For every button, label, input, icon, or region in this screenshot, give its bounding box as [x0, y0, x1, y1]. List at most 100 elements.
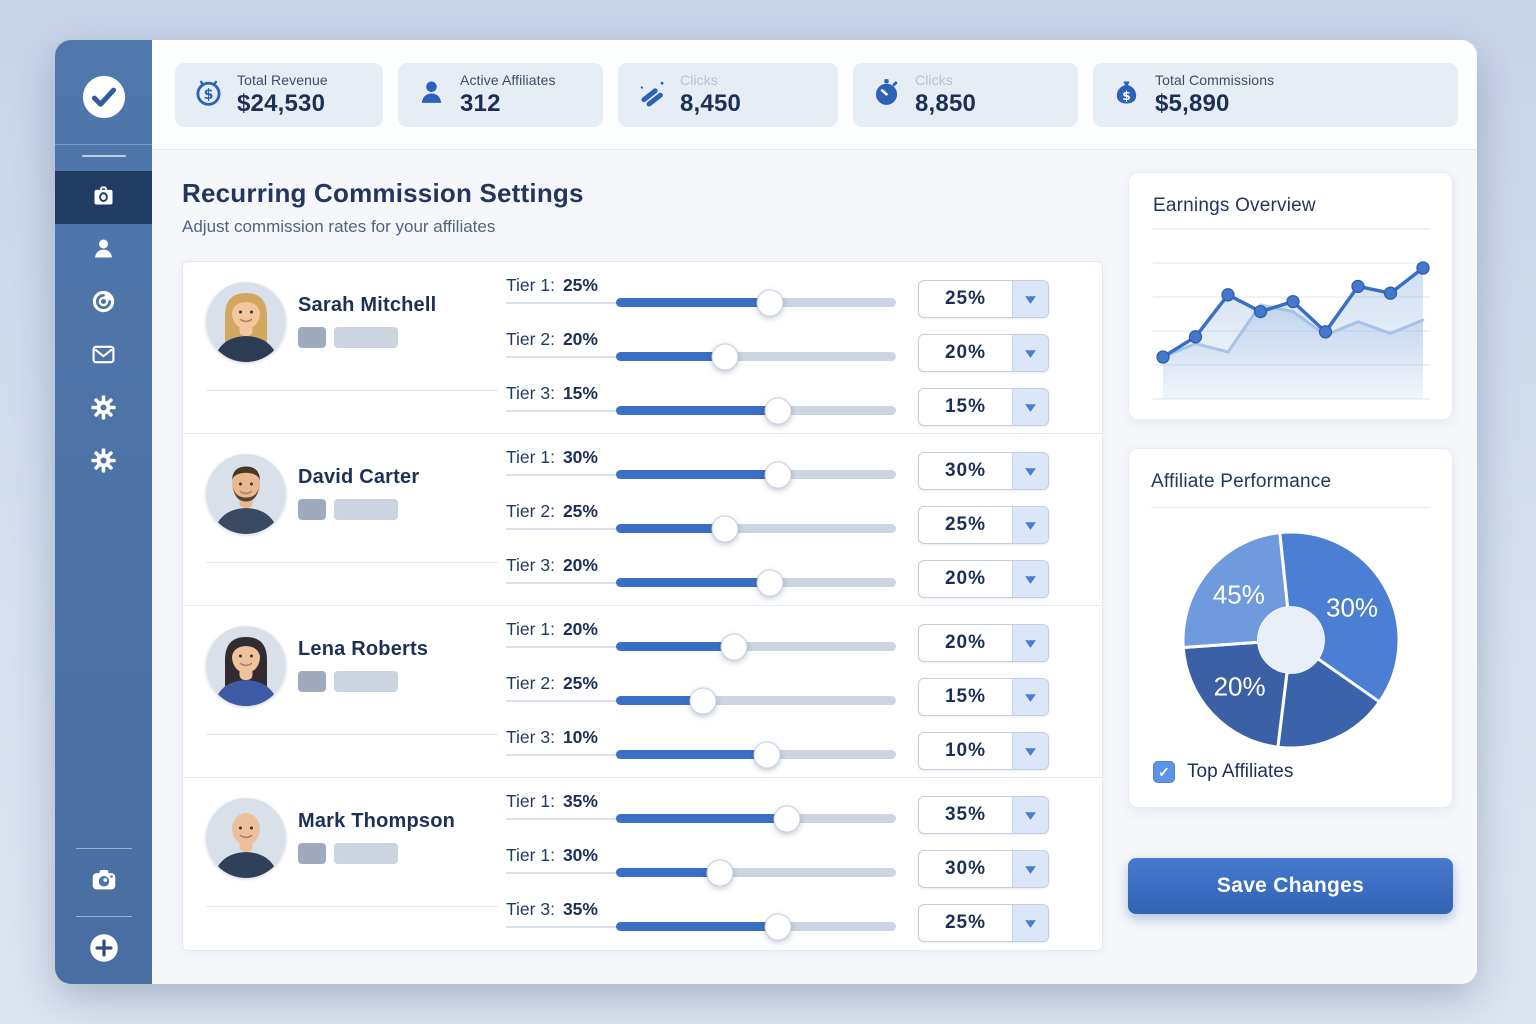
- tier-label: Tier 1:: [506, 845, 555, 865]
- tier-dropdown[interactable]: 15%: [918, 388, 1049, 426]
- sidebar-item-add[interactable]: [55, 917, 152, 984]
- slider-handle[interactable]: [689, 687, 716, 714]
- tier-line: Tier 1:25% 25%: [506, 274, 1049, 328]
- slider-handle[interactable]: [757, 289, 784, 316]
- chevron-down-icon[interactable]: [1012, 561, 1048, 597]
- tier-dropdown[interactable]: 20%: [918, 560, 1049, 598]
- sidebar-item-commissions[interactable]: [55, 171, 152, 224]
- plus-icon: [89, 933, 119, 968]
- affiliate-row: Mark Thompson Tier 1:35% 35%: [183, 778, 1102, 950]
- tier-dropdown[interactable]: 30%: [918, 452, 1049, 490]
- tier-dropdown[interactable]: 15%: [918, 678, 1049, 716]
- tier-value: 35%: [563, 791, 598, 811]
- tier-dropdown[interactable]: 20%: [918, 624, 1049, 662]
- tier-value: 20%: [563, 329, 598, 349]
- tier-slider[interactable]: [506, 814, 896, 823]
- tier-dropdown[interactable]: 20%: [918, 334, 1049, 372]
- slider-track[interactable]: [616, 298, 896, 307]
- slider-handle[interactable]: [720, 633, 747, 660]
- tier-slider[interactable]: [506, 868, 896, 877]
- tier-slider[interactable]: [506, 524, 896, 533]
- stat-label: Total Commissions: [1155, 72, 1274, 88]
- tier-slider[interactable]: [506, 406, 896, 415]
- tier-dropdown[interactable]: 35%: [918, 796, 1049, 834]
- dropdown-value: 25%: [919, 507, 1012, 543]
- slider-track[interactable]: [616, 750, 896, 759]
- top-affiliates-checkbox[interactable]: ✓: [1153, 761, 1175, 783]
- tier-slider[interactable]: [506, 470, 896, 479]
- sidebar-item-messages[interactable]: [55, 330, 152, 383]
- slider-track[interactable]: [616, 696, 896, 705]
- slider-handle[interactable]: [712, 515, 739, 542]
- tag-pill: [334, 671, 398, 692]
- chevron-down-icon[interactable]: [1012, 679, 1048, 715]
- svg-text:30%: 30%: [1326, 593, 1378, 623]
- chevron-down-icon[interactable]: [1012, 797, 1048, 833]
- slider-track[interactable]: [616, 922, 896, 931]
- chevron-down-icon[interactable]: [1012, 851, 1048, 887]
- chevron-down-icon[interactable]: [1012, 389, 1048, 425]
- slider-track[interactable]: [616, 814, 896, 823]
- tier-line: Tier 3:35% 25%: [506, 898, 1049, 952]
- slider-handle[interactable]: [757, 569, 784, 596]
- slider-handle[interactable]: [754, 741, 781, 768]
- tag-pill: [334, 843, 398, 864]
- chevron-down-icon[interactable]: [1012, 335, 1048, 371]
- performance-pie-chart: 30%20%45%: [1129, 522, 1452, 757]
- tier-value: 30%: [563, 447, 598, 467]
- slider-track[interactable]: [616, 352, 896, 361]
- sidebar-item-preferences[interactable]: [55, 436, 152, 489]
- avatar: [206, 626, 286, 706]
- tier-slider[interactable]: [506, 750, 896, 759]
- divider: [1151, 507, 1430, 508]
- tier-value: 25%: [563, 501, 598, 521]
- tag-pill: [298, 499, 326, 520]
- tier-slider[interactable]: [506, 922, 896, 931]
- main-area: $Total Revenue$24,530Active Affiliates31…: [152, 40, 1477, 984]
- slider-track[interactable]: [616, 470, 896, 479]
- person-icon: [416, 77, 447, 113]
- tier-dropdown[interactable]: 30%: [918, 850, 1049, 888]
- tier-dropdown[interactable]: 10%: [918, 732, 1049, 770]
- tag-pill: [298, 671, 326, 692]
- tier-value: 20%: [563, 555, 598, 575]
- slider-track[interactable]: [616, 642, 896, 651]
- content: Recurring Commission Settings Adjust com…: [152, 150, 1477, 984]
- slider-fill: [616, 470, 778, 479]
- slider-handle[interactable]: [765, 913, 792, 940]
- tier-dropdown[interactable]: 25%: [918, 904, 1049, 942]
- slider-track[interactable]: [616, 868, 896, 877]
- sidebar-item-brand[interactable]: [55, 277, 152, 330]
- tier-value: 20%: [563, 619, 598, 639]
- chevron-down-icon[interactable]: [1012, 905, 1048, 941]
- slider-handle[interactable]: [712, 343, 739, 370]
- save-changes-button[interactable]: Save Changes: [1128, 858, 1453, 914]
- chevron-down-icon[interactable]: [1012, 453, 1048, 489]
- chevron-down-icon[interactable]: [1012, 507, 1048, 543]
- slider-track[interactable]: [616, 406, 896, 415]
- slider-track[interactable]: [616, 524, 896, 533]
- tier-dropdown[interactable]: 25%: [918, 280, 1049, 318]
- tier-line: Tier 1:30% 30%: [506, 446, 1049, 500]
- slider-handle[interactable]: [773, 805, 800, 832]
- chevron-down-icon[interactable]: [1012, 625, 1048, 661]
- tier-slider[interactable]: [506, 696, 896, 705]
- slider-prefix-line: [506, 646, 616, 648]
- tier-slider[interactable]: [506, 578, 896, 587]
- chevron-down-icon[interactable]: [1012, 733, 1048, 769]
- tier-slider[interactable]: [506, 352, 896, 361]
- slider-track[interactable]: [616, 578, 896, 587]
- slider-handle[interactable]: [706, 859, 733, 886]
- sidebar-item-media[interactable]: [55, 849, 152, 916]
- tier-dropdown[interactable]: 25%: [918, 506, 1049, 544]
- tier-slider[interactable]: [506, 642, 896, 651]
- money-bag-icon: $: [1111, 77, 1142, 113]
- sidebar-item-settings[interactable]: [55, 383, 152, 436]
- slider-prefix-line: [506, 302, 616, 304]
- chevron-down-icon[interactable]: [1012, 281, 1048, 317]
- sidebar-item-affiliates[interactable]: [55, 224, 152, 277]
- tier-slider[interactable]: [506, 298, 896, 307]
- slider-handle[interactable]: [765, 461, 792, 488]
- slider-handle[interactable]: [765, 397, 792, 424]
- tier-label: Tier 1:: [506, 791, 555, 811]
